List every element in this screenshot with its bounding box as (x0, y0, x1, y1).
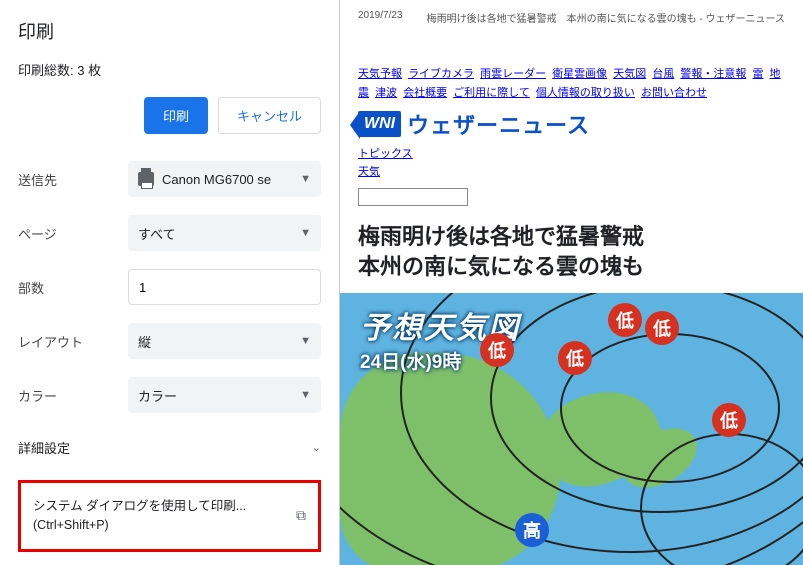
low-pressure-icon: 低 (558, 341, 592, 375)
low-pressure-icon: 低 (645, 311, 679, 345)
headline-line2: 本州の南に気になる雲の塊も (358, 252, 785, 283)
nav-link[interactable]: 会社概要 (403, 87, 447, 99)
destination-label: 送信先 (18, 170, 128, 189)
wni-logo: WNI (358, 111, 401, 137)
launch-icon: ⧉ (296, 507, 306, 524)
headline: 梅雨明け後は各地で猛暑警戒 本州の南に気になる雲の塊も (358, 222, 785, 284)
color-label: カラー (18, 386, 128, 405)
nav-link[interactable]: 雨雲レーダー (480, 68, 546, 80)
total-pages: 印刷総数: 3 枚 (18, 60, 321, 79)
copies-label: 部数 (18, 278, 128, 297)
layout-value: 縦 (138, 332, 151, 351)
low-pressure-icon: 低 (480, 333, 514, 367)
cancel-button[interactable]: キャンセル (218, 97, 321, 134)
nav-links: 天気予報 ライブカメラ 雨雲レーダー 衛星雲画像 天気図 台風 警報・注意報 雷… (358, 65, 785, 102)
high-pressure-icon: 高 (515, 513, 549, 547)
color-select[interactable]: カラー ▼ (128, 377, 321, 413)
nav-link[interactable]: 台風 (652, 68, 674, 80)
layout-select[interactable]: 縦 ▼ (128, 323, 321, 359)
preview-header: 2019/7/23 梅雨明け後は各地で猛暑警戒 本州の南に気になる雲の塊も - … (358, 10, 785, 25)
action-buttons: 印刷 キャンセル (18, 97, 321, 134)
nav-link[interactable]: お問い合わせ (641, 87, 707, 99)
system-dialog-shortcut: (Ctrl+Shift+P) (33, 516, 246, 535)
chevron-down-icon: ▼ (300, 389, 311, 401)
pages-select[interactable]: すべて ▼ (128, 215, 321, 251)
low-pressure-icon: 低 (608, 303, 642, 337)
pages-value: すべて (138, 224, 176, 243)
nav-link[interactable]: 衛星雲画像 (552, 68, 607, 80)
chevron-down-icon: ▼ (300, 173, 311, 185)
color-value: カラー (138, 386, 177, 405)
chevron-down-icon: ▼ (300, 227, 311, 239)
topics-link[interactable]: トピックス (358, 146, 785, 164)
brand-row: WNI ウェザーニュース (358, 108, 785, 140)
weather-link[interactable]: 天気 (358, 164, 785, 182)
destination-value: Canon MG6700 se (162, 172, 271, 187)
system-dialog-link[interactable]: システム ダイアログを使用して印刷... (Ctrl+Shift+P) ⧉ (18, 480, 321, 552)
search-input[interactable] (358, 188, 468, 206)
system-dialog-text: システム ダイアログを使用して印刷... (33, 497, 246, 516)
nav-link[interactable]: 警報・注意報 (680, 68, 746, 80)
nav-link[interactable]: 天気図 (613, 68, 646, 80)
sub-links: トピックス 天気 (358, 146, 785, 181)
preview-date: 2019/7/23 (358, 10, 403, 25)
advanced-label: 詳細設定 (18, 438, 70, 457)
copies-row: 部数 (18, 260, 321, 314)
printer-icon (138, 172, 154, 186)
chevron-down-icon: ▼ (300, 335, 311, 347)
layout-row: レイアウト 縦 ▼ (18, 314, 321, 368)
pages-row: ページ すべて ▼ (18, 206, 321, 260)
headline-line1: 梅雨明け後は各地で猛暑警戒 (358, 222, 785, 253)
print-preview: 2019/7/23 梅雨明け後は各地で猛暑警戒 本州の南に気になる雲の塊も - … (340, 0, 803, 565)
advanced-toggle[interactable]: 詳細設定 ⌄ (18, 422, 321, 472)
preview-page-title: 梅雨明け後は各地で猛暑警戒 本州の南に気になる雲の塊も - ウェザーニュース (427, 10, 785, 25)
low-pressure-icon: 低 (712, 403, 746, 437)
dialog-title: 印刷 (18, 18, 321, 44)
nav-link[interactable]: 個人情報の取り扱い (536, 87, 635, 99)
layout-label: レイアウト (18, 332, 128, 351)
chevron-down-icon: ⌄ (312, 441, 321, 454)
destination-row: 送信先 Canon MG6700 se ▼ (18, 152, 321, 206)
weather-map: 予想天気図 24日(水)9時 低 低 低 低 低 高 (340, 293, 803, 565)
pages-label: ページ (18, 224, 128, 243)
nav-link[interactable]: 天気予報 (358, 68, 402, 80)
print-button[interactable]: 印刷 (144, 97, 208, 134)
nav-link[interactable]: 雷 (752, 68, 763, 80)
destination-select[interactable]: Canon MG6700 se ▼ (128, 161, 321, 197)
copies-input[interactable] (128, 269, 321, 305)
color-row: カラー カラー ▼ (18, 368, 321, 422)
nav-link[interactable]: ご利用に際して (453, 87, 530, 99)
print-dialog: 印刷 印刷総数: 3 枚 印刷 キャンセル 送信先 Canon MG6700 s… (0, 0, 340, 565)
brand-text: ウェザーニュース (407, 108, 590, 140)
nav-link[interactable]: 津波 (375, 87, 397, 99)
nav-link[interactable]: ライブカメラ (408, 68, 474, 80)
